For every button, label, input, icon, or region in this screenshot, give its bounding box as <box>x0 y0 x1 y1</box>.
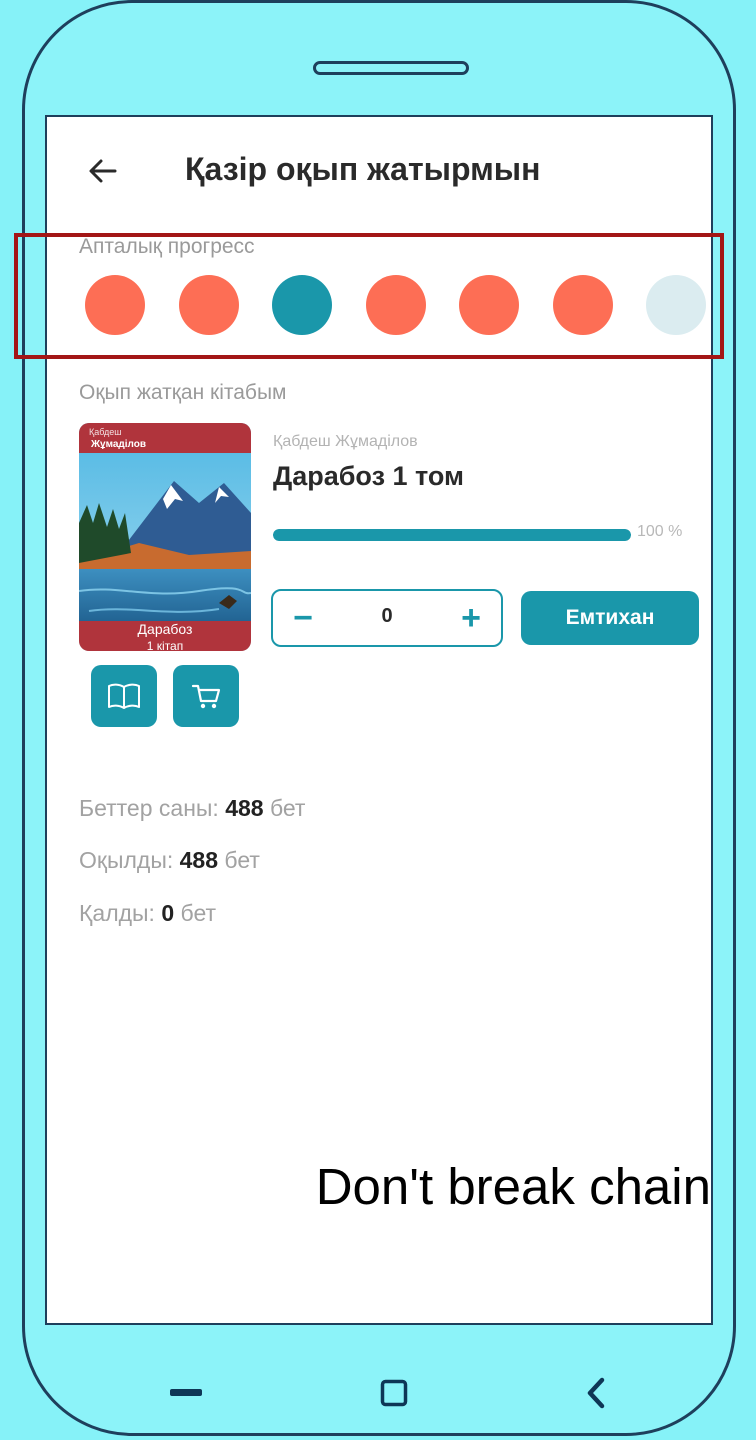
exam-button[interactable]: Емтихан <box>521 591 699 645</box>
shopping-cart-icon <box>191 684 221 709</box>
book-cover[interactable]: Қабдеш Жұмаділов Дарабоз 1 кітап <box>79 423 251 651</box>
page-title: Қазір оқып жатырмын <box>185 151 541 187</box>
reading-progress-bar <box>273 529 631 541</box>
book-cover-art <box>79 423 251 651</box>
reading-progress-percent: 100 % <box>637 523 683 540</box>
open-book-icon <box>108 683 140 709</box>
stat-total-pages-label: Беттер саны: <box>79 795 219 821</box>
stat-pages-left: Қалды: 0 бет <box>79 900 216 927</box>
pages-read-stepper: − 0 + <box>271 589 503 647</box>
stepper-decrement-button[interactable]: − <box>273 591 333 645</box>
read-book-button[interactable] <box>91 665 157 727</box>
stat-pages-read: Оқылды: 488 бет <box>79 847 260 874</box>
stat-pages-left-value: 0 <box>161 900 175 926</box>
stat-pages-read-value: 488 <box>179 847 219 873</box>
current-book-label: Оқып жатқан кітабым <box>79 381 287 404</box>
phone-speaker <box>313 61 469 75</box>
phone-frame: Қазір оқып жатырмын Апталық прогресс Оқы… <box>22 0 736 1436</box>
stat-total-pages: Беттер саны: 488 бет <box>79 795 305 822</box>
cover-author-first-name: Қабдеш <box>89 427 122 437</box>
stepper-value[interactable]: 0 <box>333 605 441 628</box>
weekly-progress-highlight <box>14 233 724 359</box>
slogan-text: Don't break chain <box>315 1158 711 1215</box>
buy-book-button[interactable] <box>173 665 239 727</box>
stat-total-pages-unit: бет <box>269 795 306 821</box>
book-title: Дарабоз 1 том <box>273 461 464 491</box>
cover-subtitle: 1 кітап <box>146 639 184 651</box>
stepper-increment-button[interactable]: + <box>441 591 501 645</box>
reading-progress-fill <box>273 529 631 541</box>
stat-pages-read-label: Оқылды: <box>79 847 174 873</box>
book-author: Қабдеш Жұмаділов <box>273 433 418 450</box>
chevron-left-icon <box>587 1377 605 1409</box>
stat-pages-left-label: Қалды: <box>79 900 155 926</box>
back-arrow-icon[interactable] <box>85 153 121 189</box>
home-square-icon <box>380 1379 408 1407</box>
stat-pages-read-unit: бет <box>224 847 260 873</box>
nav-recent-apps-button[interactable] <box>151 1373 221 1413</box>
stat-pages-left-unit: бет <box>180 900 217 926</box>
recent-apps-icon <box>170 1389 202 1396</box>
cover-title: Дарабоз <box>137 621 193 637</box>
cover-author-last-name: Жұмаділов <box>91 439 147 450</box>
nav-home-button[interactable] <box>359 1373 429 1413</box>
stat-total-pages-value: 488 <box>225 795 264 821</box>
nav-back-button[interactable] <box>561 1373 631 1413</box>
